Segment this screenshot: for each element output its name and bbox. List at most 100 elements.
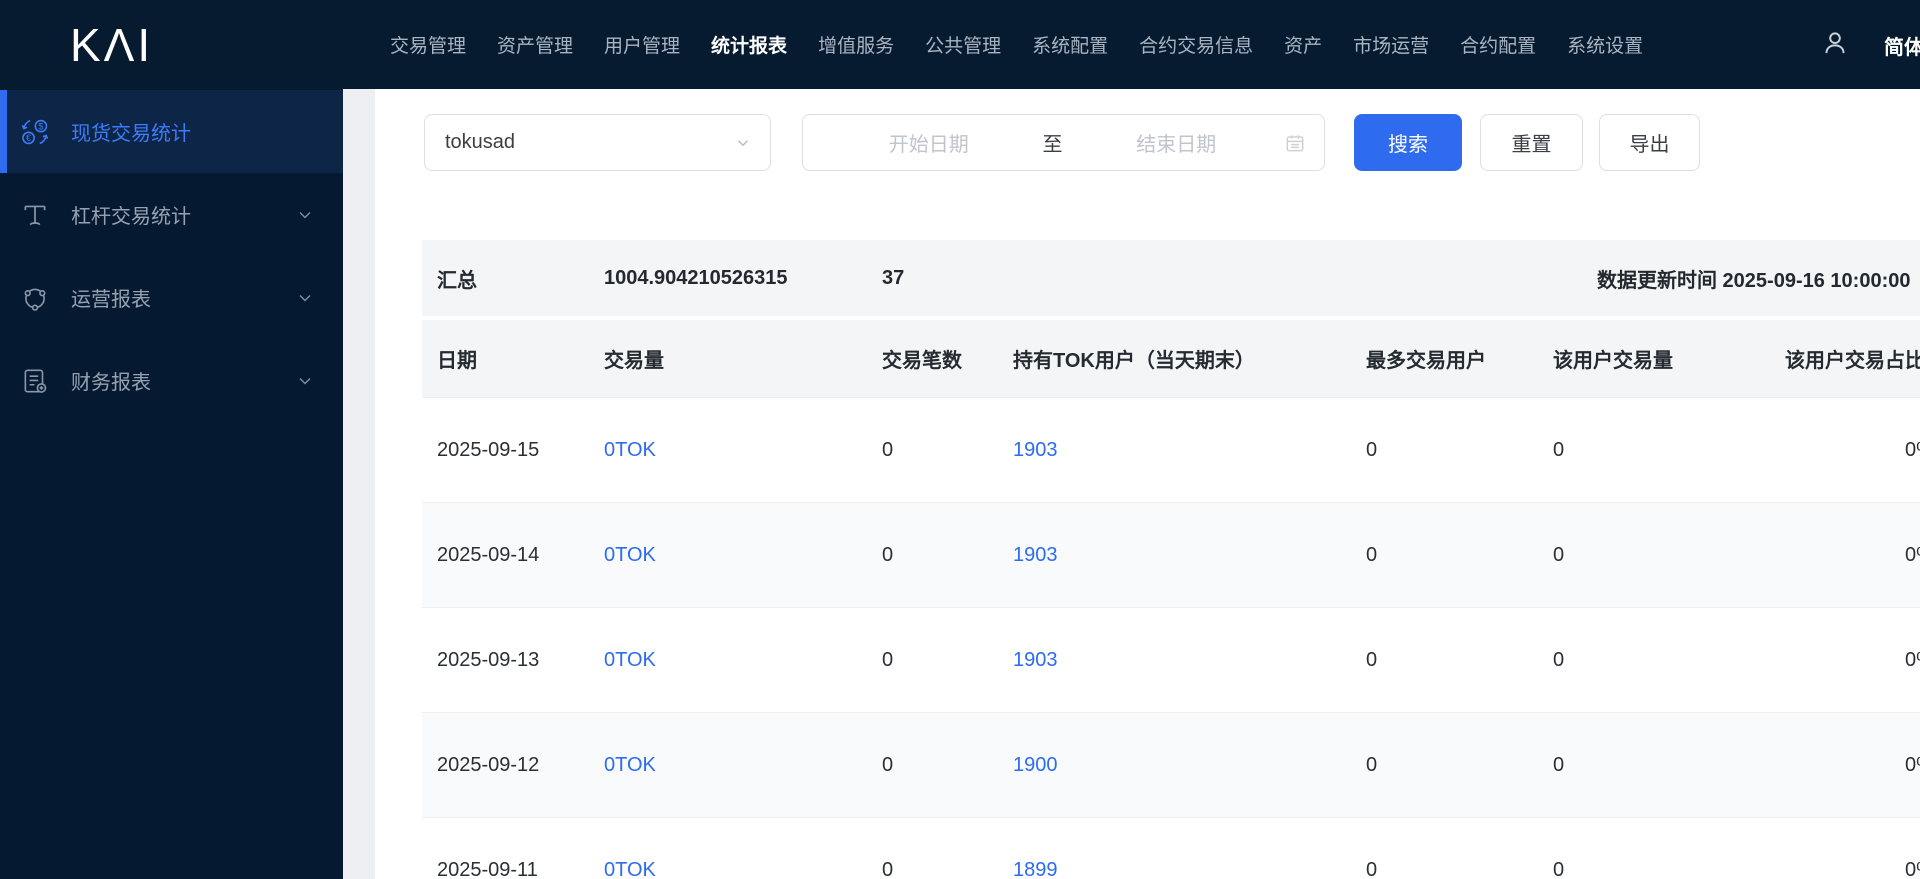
- summary-row: 汇总 1004.904210526315 37 数据更新时间 2025-09-1…: [422, 240, 1920, 316]
- nav-item-asset[interactable]: 资产: [1284, 31, 1322, 58]
- nav-item-contract-config[interactable]: 合约配置: [1460, 31, 1536, 58]
- table-row: 2025-09-13 0TOK 0 1903 0 0 0%: [422, 607, 1920, 712]
- active-indicator-bar: [0, 90, 7, 173]
- start-date-input[interactable]: 开始日期: [821, 128, 1037, 157]
- col-header-trades: 交易笔数: [882, 350, 962, 372]
- brand-logo[interactable]: KΛI: [70, 18, 170, 72]
- sidebar-item-margin-trading-stats[interactable]: 杠杆交易统计: [0, 173, 343, 256]
- chevron-down-icon: [297, 207, 313, 223]
- nav-item-market-operations[interactable]: 市场运营: [1353, 31, 1429, 58]
- col-header-holders: 持有TOK用户（当天期末）: [1013, 350, 1255, 372]
- top-user-share-cell: 0%: [1905, 648, 1920, 671]
- top-user-volume-cell: 0: [1553, 543, 1565, 566]
- holders-link[interactable]: 1899: [1013, 859, 1058, 879]
- holders-link[interactable]: 1903: [1013, 544, 1058, 566]
- top-nav: KΛI 交易管理 资产管理 用户管理 统计报表 增值服务 公共管理 系统配置 合…: [0, 0, 1920, 89]
- col-header-top-user-share: 该用户交易占比: [1785, 350, 1920, 372]
- filter-bar: tokusad 开始日期 至 结束日期 搜索 重置 导出: [424, 114, 1920, 171]
- date-cell: 2025-09-12: [437, 753, 540, 776]
- sidebar-item-label: 财务报表: [71, 372, 151, 394]
- date-range-picker[interactable]: 开始日期 至 结束日期: [802, 114, 1325, 171]
- top-user-cell: 0: [1366, 648, 1378, 671]
- main-layout: $ € 现货交易统计 杠杆交易统计 运营报表 财务报表 tokusad 开始日期…: [0, 89, 1920, 879]
- nav-item-stats-reports[interactable]: 统计报表: [711, 31, 787, 58]
- data-updated-time: 数据更新时间 2025-09-16 10:00:00: [1597, 269, 1911, 292]
- date-cell: 2025-09-13: [437, 648, 540, 671]
- holders-link[interactable]: 1903: [1013, 439, 1058, 461]
- pair-select[interactable]: tokusad: [424, 114, 771, 171]
- nav-item-system-config[interactable]: 系统配置: [1032, 31, 1108, 58]
- sidebar-item-label: 运营报表: [71, 289, 151, 311]
- table-header-row: 日期 交易量 交易笔数 持有TOK用户（当天期末） 最多交易用户 该用户交易量 …: [422, 320, 1920, 397]
- nav-item-asset-management[interactable]: 资产管理: [497, 31, 573, 58]
- top-user-cell: 0: [1366, 858, 1378, 879]
- nav-item-trade-management[interactable]: 交易管理: [390, 31, 466, 58]
- date-range-separator: 至: [1042, 134, 1063, 156]
- sidebar-item-operations-reports[interactable]: 运营报表: [0, 256, 343, 339]
- export-button[interactable]: 导出: [1599, 114, 1700, 171]
- user-icon[interactable]: [1820, 28, 1850, 58]
- nav-item-public-management[interactable]: 公共管理: [925, 31, 1001, 58]
- summary-total-volume: 1004.904210526315: [604, 266, 788, 289]
- top-user-volume-cell: 0: [1553, 858, 1565, 879]
- language-switcher[interactable]: 简体: [1884, 31, 1920, 60]
- date-cell: 2025-09-11: [437, 858, 538, 879]
- volume-link[interactable]: 0TOK: [604, 649, 656, 671]
- chevron-down-icon: [297, 290, 313, 306]
- summary-label: 汇总: [437, 269, 477, 292]
- content-area: tokusad 开始日期 至 结束日期 搜索 重置 导出 汇总 1004.904…: [375, 89, 1920, 879]
- nav-item-user-management[interactable]: 用户管理: [604, 31, 680, 58]
- top-user-cell: 0: [1366, 753, 1378, 776]
- svg-text:$: $: [38, 121, 43, 131]
- volume-link[interactable]: 0TOK: [604, 439, 656, 461]
- date-cell: 2025-09-14: [437, 543, 540, 566]
- sidebar-item-spot-trading-stats[interactable]: $ € 现货交易统计: [0, 90, 343, 173]
- trades-cell: 0: [882, 858, 894, 879]
- holders-link[interactable]: 1903: [1013, 649, 1058, 671]
- sidebar-item-financial-reports[interactable]: 财务报表: [0, 339, 343, 422]
- table-row: 2025-09-14 0TOK 0 1903 0 0 0%: [422, 502, 1920, 607]
- trades-cell: 0: [882, 438, 894, 461]
- summary-total-trades: 37: [882, 266, 905, 289]
- chevron-down-icon: [734, 134, 752, 152]
- table-row: 2025-09-15 0TOK 0 1903 0 0 0%: [422, 397, 1920, 502]
- top-user-share-cell: 0%: [1905, 438, 1920, 461]
- date-cell: 2025-09-15: [437, 438, 540, 461]
- col-header-top-user-volume: 该用户交易量: [1553, 350, 1673, 372]
- leverage-icon: [20, 200, 50, 230]
- col-header-top-user: 最多交易用户: [1366, 350, 1486, 372]
- volume-link[interactable]: 0TOK: [604, 859, 656, 879]
- sidebar-content-gutter: [343, 89, 375, 879]
- pair-select-value: tokusad: [445, 131, 516, 153]
- top-user-volume-cell: 0: [1553, 648, 1565, 671]
- col-header-date: 日期: [437, 350, 477, 372]
- chevron-down-icon: [297, 373, 313, 389]
- top-user-share-cell: 0%: [1905, 543, 1920, 566]
- col-header-volume: 交易量: [604, 350, 664, 372]
- nav-item-contract-trade-info[interactable]: 合约交易信息: [1139, 31, 1253, 58]
- trades-cell: 0: [882, 753, 894, 776]
- end-date-input[interactable]: 结束日期: [1069, 128, 1285, 157]
- sidebar-item-label: 现货交易统计: [71, 123, 191, 145]
- reset-button[interactable]: 重置: [1480, 114, 1583, 171]
- operations-icon: [20, 283, 50, 313]
- main-nav-menu: 交易管理 资产管理 用户管理 统计报表 增值服务 公共管理 系统配置 合约交易信…: [390, 31, 1643, 58]
- svg-text:€: €: [26, 133, 31, 143]
- top-user-volume-cell: 0: [1553, 753, 1565, 776]
- volume-link[interactable]: 0TOK: [604, 544, 656, 566]
- currency-exchange-icon: $ €: [20, 117, 50, 147]
- top-user-volume-cell: 0: [1553, 438, 1565, 461]
- search-button[interactable]: 搜索: [1354, 114, 1462, 171]
- volume-link[interactable]: 0TOK: [604, 754, 656, 776]
- trades-cell: 0: [882, 648, 894, 671]
- holders-link[interactable]: 1900: [1013, 754, 1058, 776]
- top-user-share-cell: 0%: [1905, 753, 1920, 776]
- spot-trading-stats-table: 汇总 1004.904210526315 37 数据更新时间 2025-09-1…: [422, 240, 1920, 879]
- trades-cell: 0: [882, 543, 894, 566]
- table-row: 2025-09-11 0TOK 0 1899 0 0 0%: [422, 817, 1920, 879]
- table-row: 2025-09-12 0TOK 0 1900 0 0 0%: [422, 712, 1920, 817]
- finance-report-icon: [20, 366, 50, 396]
- nav-item-system-settings[interactable]: 系统设置: [1567, 31, 1643, 58]
- nav-item-value-added-services[interactable]: 增值服务: [818, 31, 894, 58]
- calendar-icon: [1284, 132, 1306, 154]
